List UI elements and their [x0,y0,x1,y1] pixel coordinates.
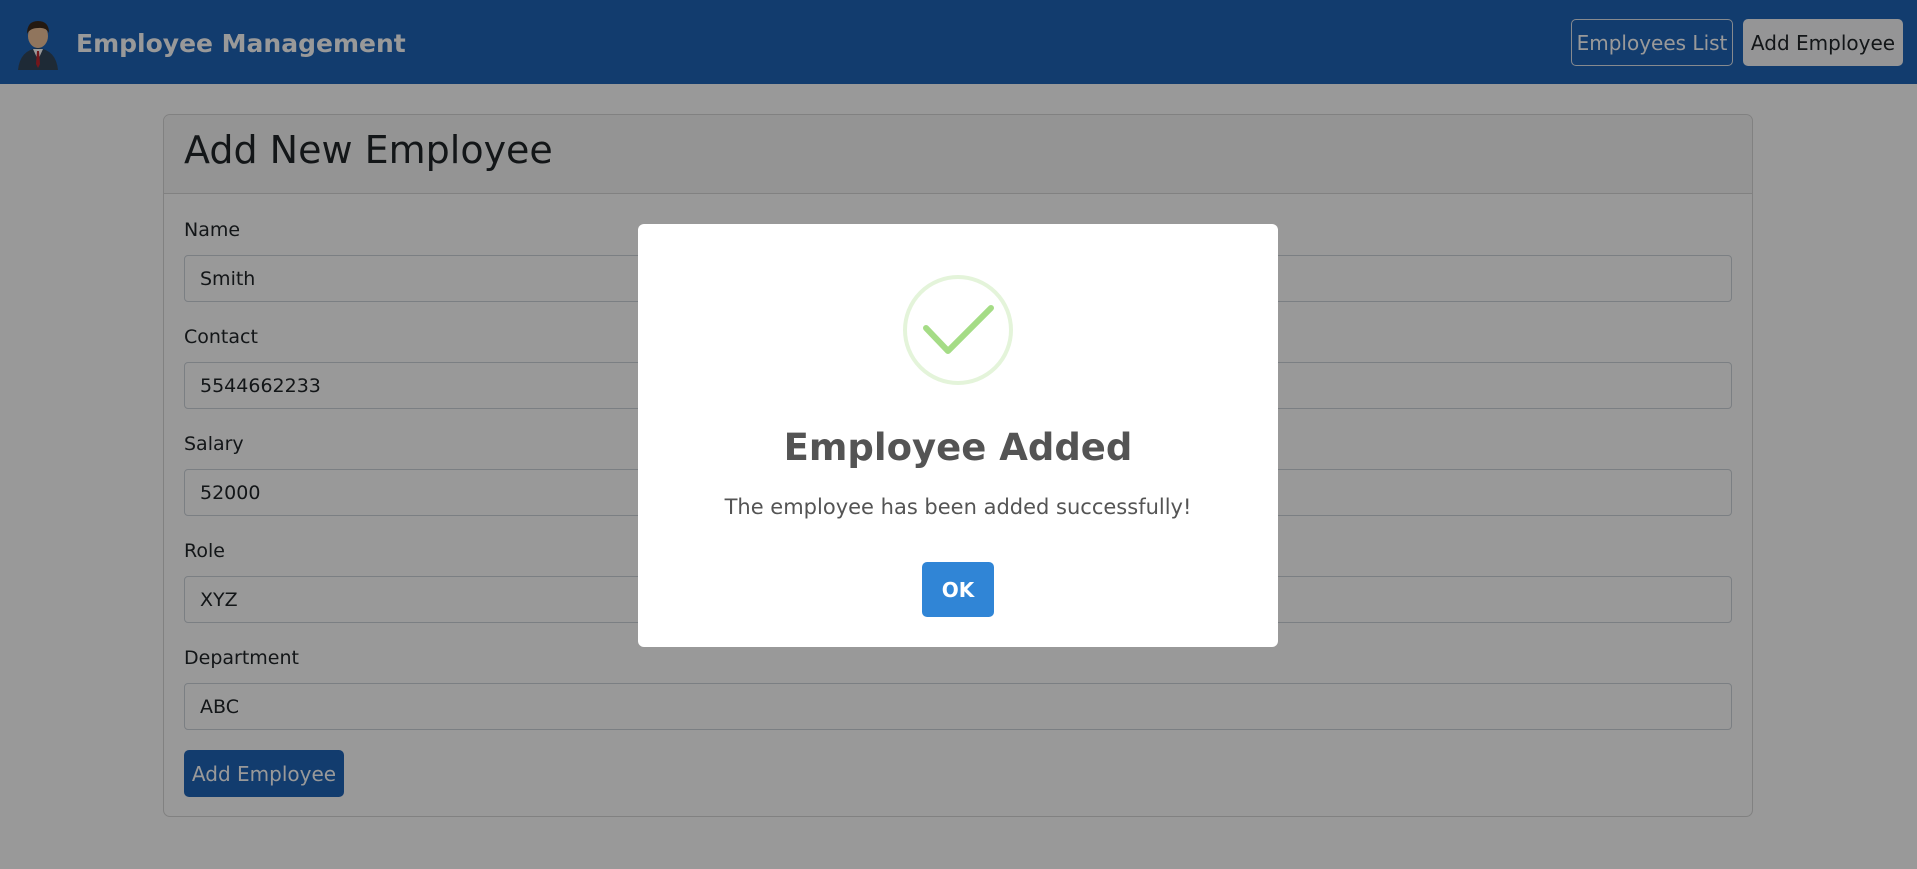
modal-message: The employee has been added successfully… [724,495,1192,519]
success-modal: Employee Added The employee has been add… [638,224,1278,647]
check-icon [902,274,1014,386]
ok-button[interactable]: OK [922,562,994,617]
modal-title: Employee Added [783,426,1133,469]
